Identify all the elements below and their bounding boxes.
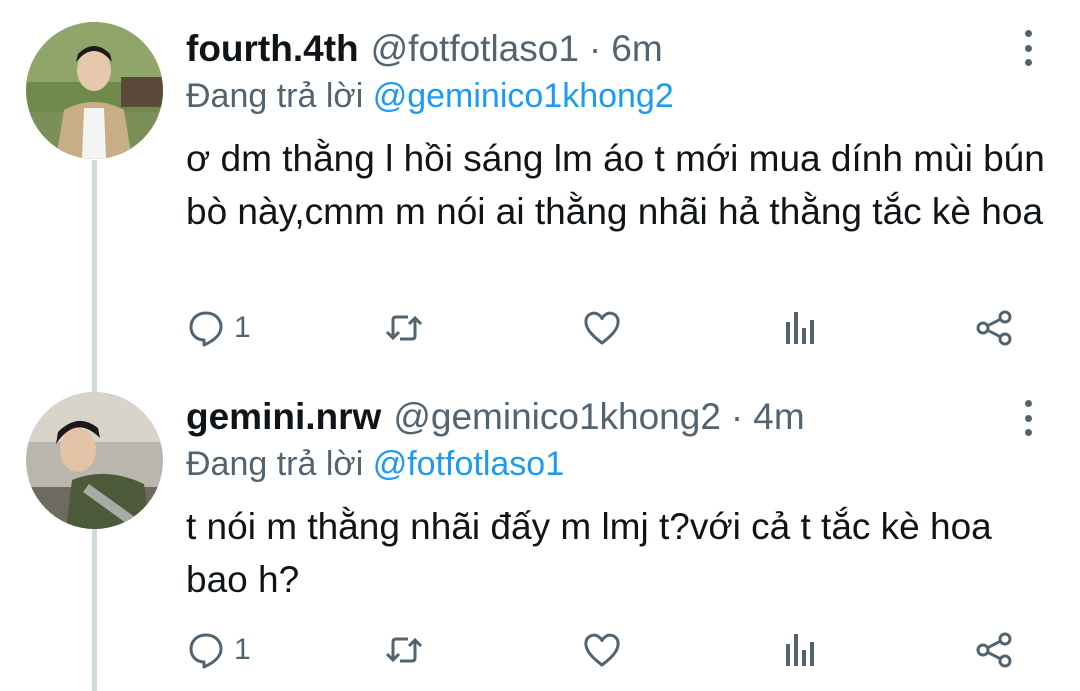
reply-mention-link[interactable]: @fotfotlaso1 xyxy=(373,445,564,483)
heart-icon xyxy=(584,633,620,667)
reply-mention-link[interactable]: @geminico1khong2 xyxy=(373,77,674,115)
like-button[interactable] xyxy=(582,306,622,350)
share-icon xyxy=(976,632,1012,668)
share-button[interactable] xyxy=(974,628,1014,672)
retweet-button[interactable] xyxy=(384,628,424,672)
replying-prefix: Đang trả lời xyxy=(186,77,364,115)
retweet-icon xyxy=(385,637,423,663)
reply-button[interactable]: 1 xyxy=(186,306,251,350)
reply-count: 1 xyxy=(234,633,251,666)
tweet-header: gemini.nrw @geminico1khong2 · 4m xyxy=(186,392,1000,442)
share-icon xyxy=(976,310,1012,346)
heart-icon xyxy=(584,311,620,345)
views-icon xyxy=(786,312,814,344)
replying-to: Đang trả lời @fotfotlaso1 xyxy=(186,442,564,486)
reply-icon xyxy=(189,633,223,669)
reply-count: 1 xyxy=(234,311,251,344)
separator-dot: · xyxy=(730,396,744,437)
avatar-photo xyxy=(26,392,163,529)
share-button[interactable] xyxy=(974,306,1014,350)
views-button[interactable] xyxy=(780,628,820,672)
more-vertical-icon[interactable] xyxy=(1022,30,1034,66)
display-name[interactable]: gemini.nrw xyxy=(186,392,381,442)
views-button[interactable] xyxy=(780,306,820,350)
user-handle[interactable]: @fotfotlaso1 xyxy=(371,24,579,74)
tweet[interactable]: fourth.4th @fotfotlaso1 · 6m Đang trả lờ… xyxy=(0,0,1080,378)
tweet[interactable]: gemini.nrw @geminico1khong2 · 4m Đang tr… xyxy=(0,378,1080,691)
like-button[interactable] xyxy=(582,628,622,672)
retweet-icon xyxy=(385,315,423,341)
more-vertical-icon[interactable] xyxy=(1022,400,1034,436)
avatar[interactable] xyxy=(26,392,163,529)
timestamp[interactable]: 6m xyxy=(611,24,662,74)
replying-to: Đang trả lời @geminico1khong2 xyxy=(186,74,674,118)
tweet-header: fourth.4th @fotfotlaso1 · 6m xyxy=(186,24,1000,74)
retweet-button[interactable] xyxy=(384,306,424,350)
tweet-text: t nói m thằng nhãi đấy m lmj t?với cả t … xyxy=(186,506,992,600)
replying-prefix: Đang trả lời xyxy=(186,445,364,483)
timestamp[interactable]: 4m xyxy=(753,392,804,442)
action-bar: 1 xyxy=(186,628,1026,672)
views-icon xyxy=(786,634,814,666)
reply-button[interactable]: 1 xyxy=(186,628,251,672)
tweet-text: ơ dm thằng l hồi sáng lm áo t mới mua dí… xyxy=(186,138,1045,232)
user-handle[interactable]: @geminico1khong2 xyxy=(393,392,721,442)
avatar[interactable] xyxy=(26,22,163,159)
avatar-photo xyxy=(26,22,163,159)
reply-icon xyxy=(189,311,223,347)
separator-dot: · xyxy=(588,28,602,69)
action-bar: 1 xyxy=(186,306,1026,350)
display-name[interactable]: fourth.4th xyxy=(186,24,359,74)
